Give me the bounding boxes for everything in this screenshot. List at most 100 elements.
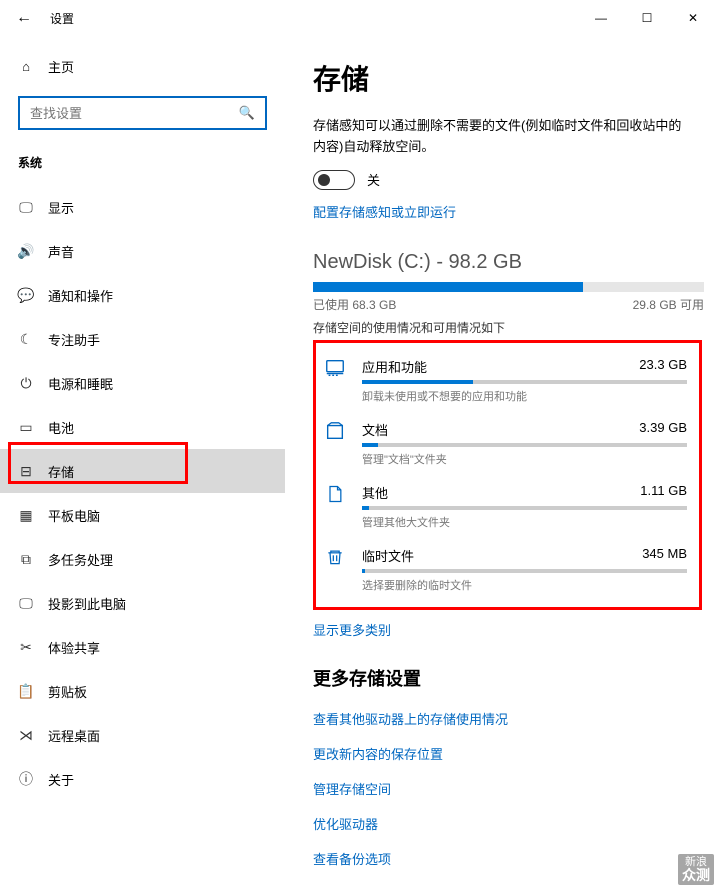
show-more-categories[interactable]: 显示更多类别: [313, 620, 704, 639]
disk-free-label: 29.8 GB 可用: [633, 296, 704, 313]
nav-label: 远程桌面: [48, 726, 100, 745]
category-row[interactable]: 应用和功能 23.3 GB 卸载未使用或不想要的应用和功能: [320, 351, 689, 414]
category-row[interactable]: 临时文件 345 MB 选择要删除的临时文件: [320, 540, 689, 603]
storage-sense-toggle[interactable]: [313, 170, 355, 190]
sidebar-item-13[interactable]: ⓘ 关于: [0, 757, 285, 801]
nav-label: 平板电脑: [48, 506, 100, 525]
categories-highlight: 应用和功能 23.3 GB 卸载未使用或不想要的应用和功能文档 3.39 GB 管理"文…: [313, 340, 702, 610]
nav-label: 电池: [48, 418, 74, 437]
settings-link[interactable]: 查看备份选项: [313, 849, 704, 868]
settings-link[interactable]: 优化驱动器: [313, 814, 704, 833]
disk-used-label: 已使用 68.3 GB: [313, 296, 396, 313]
category-bar: [362, 443, 687, 447]
category-bar: [362, 506, 687, 510]
category-sub: 管理其他大文件夹: [362, 514, 687, 530]
more-settings-heading: 更多存储设置: [313, 665, 704, 691]
category-size: 3.39 GB: [639, 420, 687, 439]
home-label: 主页: [48, 57, 74, 76]
configure-link[interactable]: 配置存储感知或立即运行: [313, 202, 704, 221]
nav-label: 关于: [48, 770, 74, 789]
nav-label: 存储: [48, 462, 74, 481]
window-titlebar: ← 设置 — ☐ ✕: [0, 0, 720, 36]
category-bar: [362, 380, 687, 384]
sidebar-home[interactable]: ⌂ 主页: [0, 46, 285, 86]
nav-icon: 📋: [18, 683, 34, 699]
disk-title: NewDisk (C:) - 98.2 GB: [313, 251, 704, 274]
maximize-button[interactable]: ☐: [624, 2, 670, 34]
sidebar-item-8[interactable]: ⧉ 多任务处理: [0, 537, 285, 581]
category-title: 文档: [362, 420, 388, 439]
nav-label: 电源和睡眠: [48, 374, 113, 393]
category-row[interactable]: 文档 3.39 GB 管理"文档"文件夹: [320, 414, 689, 477]
category-size: 345 MB: [642, 546, 687, 565]
apps-icon: [322, 357, 348, 383]
category-title: 其他: [362, 483, 388, 502]
category-title: 临时文件: [362, 546, 414, 565]
settings-link[interactable]: 管理存储空间: [313, 779, 704, 798]
nav-icon: 💬: [18, 287, 34, 303]
sidebar-item-7[interactable]: ▦ 平板电脑: [0, 493, 285, 537]
nav-icon: ☾: [18, 331, 34, 347]
nav-icon: ▭: [18, 419, 34, 435]
content: 存储 存储感知可以通过删除不需要的文件(例如临时文件和回收站中的内容)自动释放空…: [285, 36, 720, 891]
settings-link[interactable]: 查看其他驱动器上的存储使用情况: [313, 709, 704, 728]
sidebar-item-5[interactable]: ▭ 电池: [0, 405, 285, 449]
nav-icon: ▦: [18, 507, 34, 523]
category-title: 应用和功能: [362, 357, 427, 376]
watermark: 新浪 众测: [678, 854, 714, 885]
nav-icon: ⋊: [18, 727, 34, 743]
nav-label: 多任务处理: [48, 550, 113, 569]
nav-icon: ⏻: [18, 375, 34, 391]
nav-icon: 🖵: [18, 595, 34, 611]
temp-icon: [322, 546, 348, 572]
search-input[interactable]: [30, 106, 239, 121]
storage-sense-desc: 存储感知可以通过删除不需要的文件(例如临时文件和回收站中的内容)自动释放空间。: [313, 116, 694, 158]
nav-label: 通知和操作: [48, 286, 113, 305]
search-icon: 🔍: [239, 105, 255, 121]
minimize-button[interactable]: —: [578, 2, 624, 34]
close-button[interactable]: ✕: [670, 2, 716, 34]
sidebar-item-4[interactable]: ⏻ 电源和睡眠: [0, 361, 285, 405]
sidebar-item-1[interactable]: 🔊 声音: [0, 229, 285, 273]
sidebar-item-2[interactable]: 💬 通知和操作: [0, 273, 285, 317]
disk-detail-line: 存储空间的使用情况和可用情况如下: [313, 319, 704, 336]
sidebar: ⌂ 主页 🔍 系统 🖵 显示 🔊 声音 💬 通知和操作 ☾ 专注助手 ⏻ 电源和睡眠 ▭ 电池 ⊟ 存储 ▦…: [0, 36, 285, 891]
nav-label: 声音: [48, 242, 74, 261]
window-title: 设置: [50, 10, 74, 27]
sidebar-item-11[interactable]: 📋 剪贴板: [0, 669, 285, 713]
sidebar-item-0[interactable]: 🖵 显示: [0, 185, 285, 229]
nav-label: 剪贴板: [48, 682, 87, 701]
nav-label: 体验共享: [48, 638, 100, 657]
sidebar-item-6[interactable]: ⊟ 存储: [0, 449, 285, 493]
sidebar-item-12[interactable]: ⋊ 远程桌面: [0, 713, 285, 757]
back-button[interactable]: ←: [4, 9, 44, 27]
other-icon: [322, 483, 348, 509]
nav-label: 专注助手: [48, 330, 100, 349]
sidebar-item-9[interactable]: 🖵 投影到此电脑: [0, 581, 285, 625]
nav-icon: ✂: [18, 639, 34, 655]
nav-icon: 🖵: [18, 199, 34, 215]
sidebar-group-label: 系统: [0, 148, 285, 185]
sidebar-item-3[interactable]: ☾ 专注助手: [0, 317, 285, 361]
nav-icon: ⧉: [18, 551, 34, 567]
category-sub: 选择要删除的临时文件: [362, 577, 687, 593]
category-bar: [362, 569, 687, 573]
category-size: 23.3 GB: [639, 357, 687, 376]
search-input-wrap[interactable]: 🔍: [18, 96, 267, 130]
nav-icon: 🔊: [18, 243, 34, 259]
sidebar-item-10[interactable]: ✂ 体验共享: [0, 625, 285, 669]
toggle-label: 关: [367, 170, 380, 189]
nav-label: 投影到此电脑: [48, 594, 126, 613]
category-size: 1.11 GB: [640, 483, 687, 502]
home-icon: ⌂: [18, 58, 34, 74]
category-row[interactable]: 其他 1.11 GB 管理其他大文件夹: [320, 477, 689, 540]
docs-icon: [322, 420, 348, 446]
page-heading: 存储: [313, 58, 704, 98]
category-sub: 管理"文档"文件夹: [362, 451, 687, 467]
settings-link[interactable]: 更改新内容的保存位置: [313, 744, 704, 763]
nav-label: 显示: [48, 198, 74, 217]
disk-usage-bar: [313, 282, 704, 292]
nav-icon: ⓘ: [18, 771, 34, 787]
nav-icon: ⊟: [18, 463, 34, 479]
category-sub: 卸载未使用或不想要的应用和功能: [362, 388, 687, 404]
